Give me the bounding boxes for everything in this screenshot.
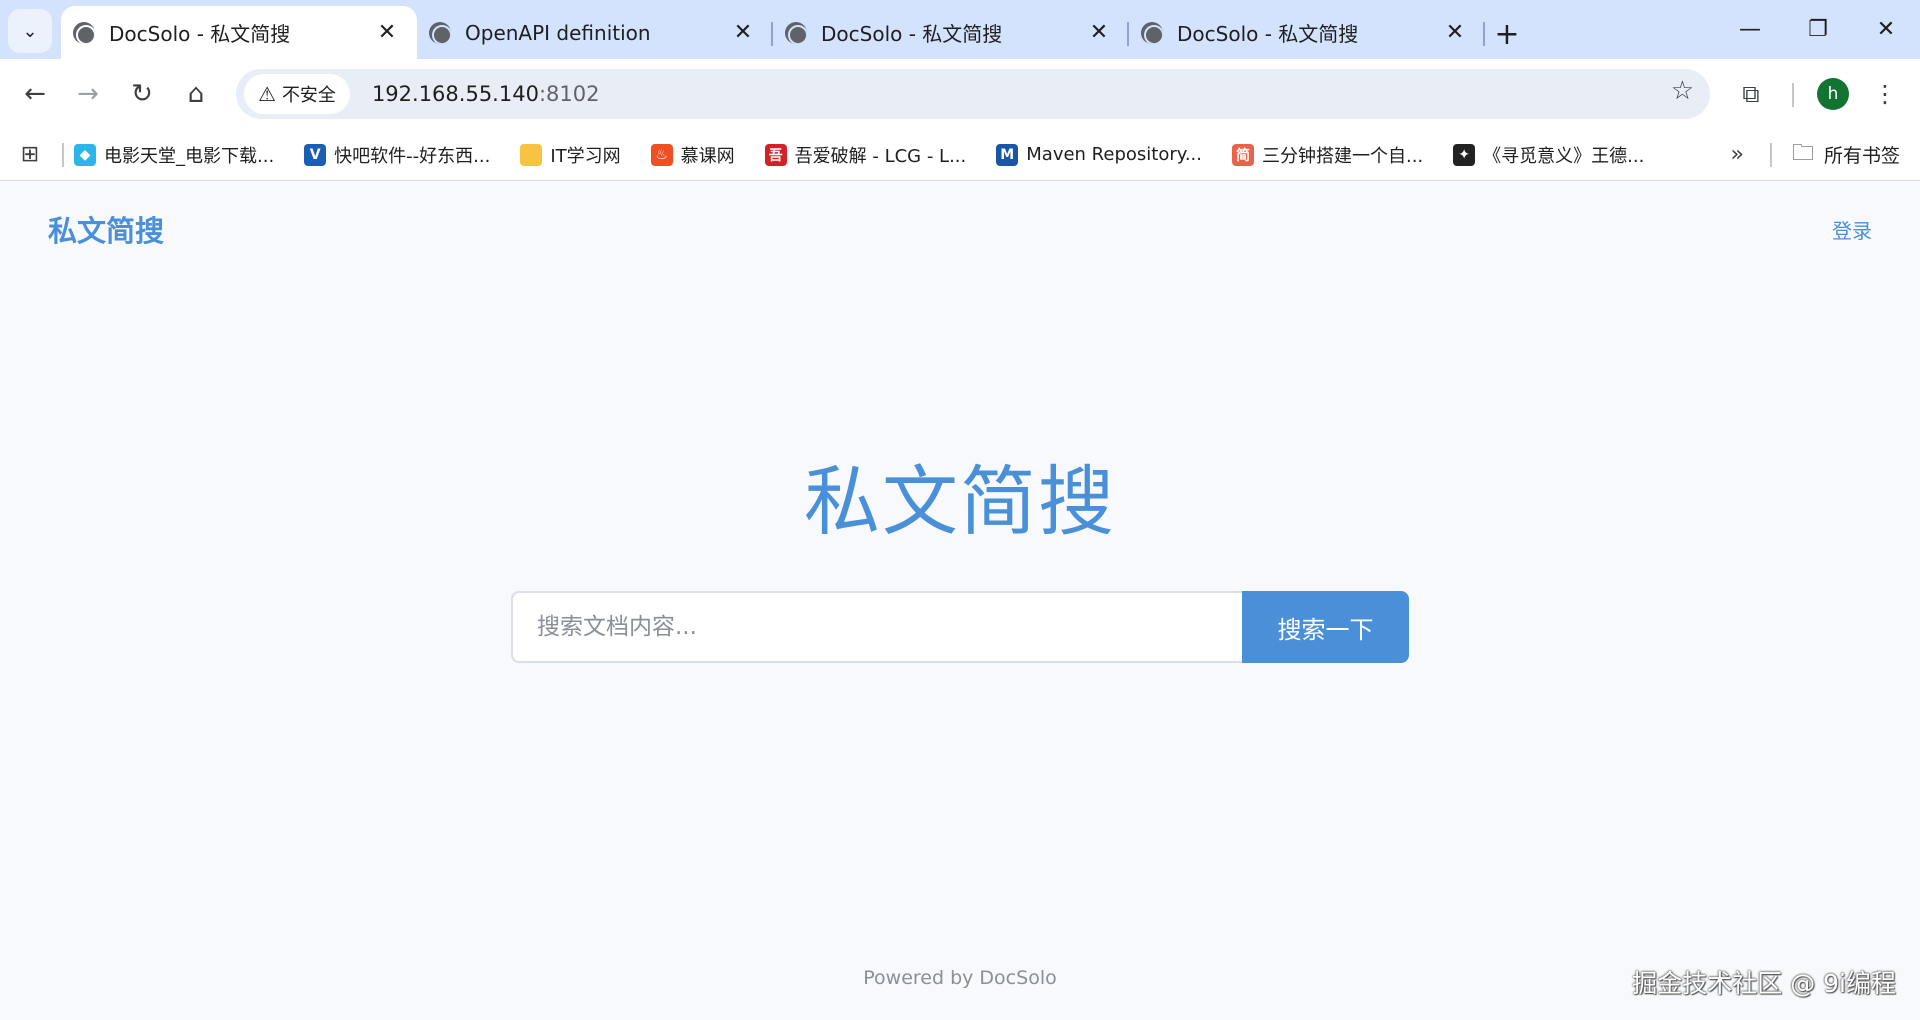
bookmark-item[interactable]: ✦ 《寻觅意义》王德... — [1453, 142, 1644, 168]
hero-title: 私文简搜 — [804, 457, 1116, 546]
back-button[interactable]: ← — [12, 71, 58, 117]
arrow-right-icon: → — [77, 79, 99, 109]
extensions-button[interactable]: ⧉ — [1728, 71, 1774, 117]
reload-button[interactable]: ↻ — [119, 71, 165, 117]
url-port: :8102 — [538, 82, 600, 106]
bookmark-label: IT学习网 — [550, 145, 621, 167]
globe-icon — [785, 21, 807, 44]
bookmark-favicon-icon: ✦ — [1453, 143, 1476, 166]
bookmark-favicon-icon: ◆ — [74, 143, 96, 166]
tab-strip: ⌄ DocSolo - 私文简搜 ✕ OpenAPI definition ✕ … — [0, 0, 1920, 59]
search-form: 搜索一下 — [511, 591, 1409, 663]
bookmark-label: 《寻觅意义》王德... — [1483, 145, 1645, 167]
search-input[interactable] — [511, 591, 1242, 663]
close-window-button[interactable]: ✕ — [1852, 0, 1920, 59]
bookmark-label: Maven Repository... — [1026, 144, 1202, 165]
tab-title: OpenAPI definition — [465, 20, 651, 45]
warning-icon: ⚠ — [258, 82, 276, 106]
bookmark-label: 电影天堂_电影下载... — [104, 145, 275, 167]
browser-toolbar: ← → ↻ ⌂ ⚠ 不安全 192.168.55.140:8102 ☆ ⧉ h … — [0, 59, 1920, 129]
globe-icon — [1141, 21, 1163, 44]
browser-menu-button[interactable]: ⋮ — [1870, 71, 1900, 117]
restore-button[interactable]: ❐ — [1784, 0, 1852, 59]
bookmark-item[interactable]: M Maven Repository... — [996, 143, 1202, 166]
tab-title: DocSolo - 私文简搜 — [1177, 22, 1359, 46]
bookmark-favicon-icon — [520, 143, 543, 166]
url-host: 192.168.55.140 — [371, 82, 539, 106]
toolbar-divider — [1792, 83, 1794, 107]
tab-search-button[interactable]: ⌄ — [8, 9, 52, 53]
tab-docsolo-2[interactable]: DocSolo - 私文简搜 ✕ — [773, 6, 1129, 59]
bookmark-star-icon[interactable]: ☆ — [1671, 76, 1694, 106]
brand-logo[interactable]: 私文简搜 — [48, 208, 164, 250]
bookmark-item[interactable]: 简三分钟搭建一个自... — [1232, 142, 1423, 168]
page-content: 私文简搜 登录 私文简搜 搜索一下 Powered by DocSolo 掘金技… — [0, 181, 1920, 1020]
bookmark-label: 快吧软件--好东西... — [334, 145, 491, 167]
bookmark-label: 慕课网 — [680, 145, 735, 167]
close-icon[interactable]: ✕ — [1085, 20, 1113, 45]
bookmarks-bar: ⊞ ◆ 电影天堂_电影下载... V 快吧软件--好东西... IT学习网 ♨ 慕课网 吾吾爱… — [0, 129, 1920, 181]
bookmark-favicon-icon: ♨ — [650, 143, 673, 166]
bookmarks-separator — [62, 142, 64, 167]
chevron-double-right-icon[interactable]: » — [1731, 142, 1744, 167]
bookmark-item[interactable]: ◆ 电影天堂_电影下载... — [74, 142, 274, 168]
watermark: 掘金技术社区 @ 9i编程 — [1632, 969, 1896, 998]
folder-icon: 🗀 — [1791, 140, 1814, 166]
apps-grid-icon[interactable]: ⊞ — [0, 142, 60, 167]
bookmark-label: 吾爱破解 - LCG - L... — [794, 145, 967, 167]
bookmark-item[interactable]: ♨ 慕课网 — [650, 142, 735, 168]
close-icon[interactable]: ✕ — [1441, 20, 1469, 45]
login-link[interactable]: 登录 — [1832, 215, 1872, 244]
bookmark-item[interactable]: V 快吧软件--好东西... — [304, 142, 490, 168]
all-bookmarks-folder[interactable]: 🗀 所有书签 — [1792, 136, 1900, 174]
window-controls: — ❐ ✕ — [1716, 0, 1920, 59]
minimize-button[interactable]: — — [1716, 0, 1784, 59]
bookmark-favicon-icon: 简 — [1232, 143, 1254, 166]
arrow-left-icon: ← — [24, 79, 46, 109]
bookmark-item[interactable]: IT学习网 — [520, 142, 621, 168]
bookmarks-overflow: » 🗀 所有书签 — [1731, 136, 1920, 174]
home-button[interactable]: ⌂ — [173, 71, 219, 117]
tab-openapi[interactable]: OpenAPI definition ✕ — [417, 6, 773, 59]
reload-icon: ↻ — [131, 79, 153, 109]
bookmark-label: 三分钟搭建一个自... — [1262, 145, 1424, 167]
bookmark-favicon-icon: V — [304, 143, 327, 166]
restore-icon: ❐ — [1808, 17, 1828, 42]
bookmark-favicon-icon: M — [996, 143, 1019, 166]
tab-title: DocSolo - 私文简搜 — [109, 22, 291, 46]
folder-label: 所有书签 — [1823, 145, 1900, 167]
search-button[interactable]: 搜索一下 — [1242, 591, 1409, 663]
tab-docsolo-1[interactable]: DocSolo - 私文简搜 ✕ — [61, 6, 417, 59]
security-chip[interactable]: ⚠ 不安全 — [244, 74, 350, 114]
profile-avatar[interactable]: h — [1817, 78, 1849, 110]
close-icon[interactable]: ✕ — [373, 20, 401, 45]
new-tab-button[interactable]: + — [1485, 12, 1529, 56]
plus-icon: + — [1494, 16, 1520, 52]
globe-icon — [73, 21, 95, 44]
bookmarks-separator — [1769, 142, 1772, 167]
globe-icon — [429, 21, 451, 44]
bookmark-favicon-icon: 吾 — [764, 143, 787, 166]
minimize-icon: — — [1739, 17, 1761, 42]
bookmark-item[interactable]: 吾吾爱破解 - LCG - L... — [764, 142, 967, 168]
tab-separator — [1483, 22, 1485, 46]
close-icon[interactable]: ✕ — [729, 20, 757, 45]
home-icon: ⌂ — [187, 79, 205, 109]
bookmarks-list: ◆ 电影天堂_电影下载... V 快吧软件--好东西... IT学习网 ♨ 慕课网 吾吾爱破解… — [74, 142, 1674, 168]
tab-docsolo-3[interactable]: DocSolo - 私文简搜 ✕ — [1129, 6, 1485, 59]
close-icon: ✕ — [1876, 17, 1896, 42]
security-label: 不安全 — [281, 85, 336, 106]
forward-button[interactable]: → — [65, 71, 111, 117]
tab-title: DocSolo - 私文简搜 — [821, 22, 1003, 46]
chevron-down-icon: ⌄ — [22, 20, 38, 42]
more-vertical-icon: ⋮ — [1873, 80, 1897, 108]
url-text[interactable]: 192.168.55.140:8102 — [372, 82, 600, 106]
puzzle-icon: ⧉ — [1742, 80, 1760, 108]
tab-list: DocSolo - 私文简搜 ✕ OpenAPI definition ✕ Do… — [61, 6, 1529, 59]
address-bar[interactable]: ⚠ 不安全 192.168.55.140:8102 ☆ — [236, 69, 1710, 119]
